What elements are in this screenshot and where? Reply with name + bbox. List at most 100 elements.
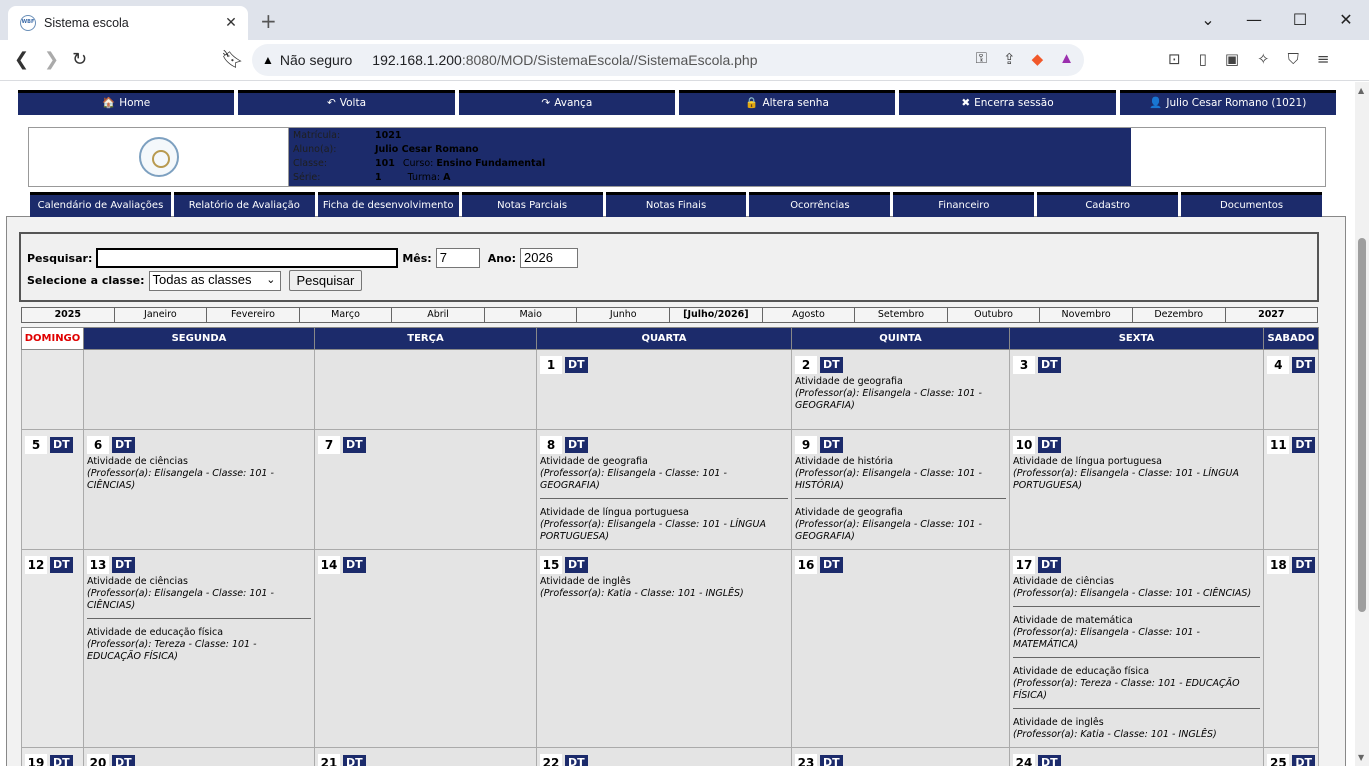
top-menu-button[interactable]: 🔒 Altera senha <box>678 90 896 115</box>
calendar-event[interactable]: Atividade de língua portuguesa (Professor… <box>1013 456 1260 496</box>
brave-shield-icon[interactable]: ◆ <box>1032 50 1044 68</box>
dt-button[interactable]: DT <box>343 755 366 766</box>
dt-button[interactable]: DT <box>1292 755 1315 766</box>
day-number[interactable]: 8 <box>540 436 562 454</box>
dt-button[interactable]: DT <box>565 755 588 766</box>
dt-button[interactable]: DT <box>50 755 73 766</box>
maximize-icon[interactable]: ☐ <box>1277 0 1323 40</box>
dt-button[interactable]: DT <box>820 437 843 453</box>
section-tab[interactable]: Financeiro <box>893 192 1035 217</box>
calendar-event[interactable]: Atividade de educação física (Professor(a… <box>1013 657 1260 706</box>
page-scrollbar[interactable]: ▲ ▼ <box>1355 82 1369 766</box>
month-link[interactable]: Agosto <box>763 308 856 322</box>
month-link[interactable]: Junho <box>577 308 671 322</box>
brave-rewards-icon[interactable]: ▲ <box>1059 50 1074 68</box>
browser-tab[interactable]: WBF Sistema escola ✕ <box>8 6 248 40</box>
section-tab[interactable]: Ficha de desenvolvimento <box>317 192 459 217</box>
day-number[interactable]: 23 <box>795 754 817 766</box>
calendar-event[interactable]: Atividade de geografia (Professor(a): Eli… <box>540 456 788 496</box>
month-link[interactable]: Setembro <box>855 308 948 322</box>
dt-button[interactable]: DT <box>50 557 73 573</box>
dt-button[interactable]: DT <box>50 437 73 453</box>
scroll-up-icon[interactable]: ▲ <box>1358 86 1364 95</box>
day-number[interactable]: 5 <box>25 436 47 454</box>
dt-button[interactable]: DT <box>1292 437 1315 453</box>
day-number[interactable]: 1 <box>540 356 562 374</box>
search-button[interactable]: Pesquisar <box>288 270 363 291</box>
url-field[interactable]: ▲ Não seguro 192.168.1.200:8080/MOD/Sist… <box>252 44 1084 76</box>
day-number[interactable]: 4 <box>1267 356 1290 374</box>
section-tab[interactable]: Cadastro <box>1037 192 1179 217</box>
dt-button[interactable]: DT <box>1038 357 1061 373</box>
month-link[interactable]: Março <box>300 308 393 322</box>
day-number[interactable]: 9 <box>795 436 817 454</box>
day-number[interactable]: 20 <box>87 754 109 766</box>
calendar-event[interactable]: Atividade de geografia (Professor(a): Eli… <box>795 376 1006 416</box>
day-number[interactable]: 6 <box>87 436 109 454</box>
dt-button[interactable]: DT <box>1038 755 1061 766</box>
dt-button[interactable]: DT <box>565 357 588 373</box>
month-link[interactable]: Novembro <box>1040 308 1133 322</box>
dt-button[interactable]: DT <box>343 437 366 453</box>
top-menu-button[interactable]: ✖ Encerra sessão <box>899 90 1116 115</box>
month-link[interactable]: Janeiro <box>115 308 208 322</box>
dt-button[interactable]: DT <box>343 557 366 573</box>
dt-button[interactable]: DT <box>820 357 843 373</box>
section-tab[interactable]: Notas Finais <box>605 192 747 217</box>
class-select[interactable]: Todas as classes ⌄ <box>148 270 281 291</box>
wallet-icon[interactable]: ▣ <box>1225 50 1239 68</box>
day-number[interactable]: 19 <box>25 754 47 766</box>
dt-button[interactable]: DT <box>112 557 135 573</box>
section-tab[interactable]: Relatório de Avaliação <box>173 192 315 217</box>
day-number[interactable]: 7 <box>318 436 340 454</box>
day-number[interactable]: 14 <box>318 556 340 574</box>
calendar-event[interactable]: Atividade de inglês (Professor(a): Katia … <box>1013 708 1260 745</box>
dt-button[interactable]: DT <box>1038 437 1061 453</box>
calendar-event[interactable]: Atividade de ciências (Professor(a): Elis… <box>87 456 311 496</box>
top-menu-button[interactable]: ↶ Volta <box>238 90 455 115</box>
month-input[interactable]: 7 <box>435 248 480 268</box>
bookmark-icon[interactable]: 🔖︎ <box>221 49 244 70</box>
calendar-event[interactable]: Atividade de inglês (Professor(a): Katia … <box>540 576 788 604</box>
dt-button[interactable]: DT <box>1038 557 1061 573</box>
day-number[interactable]: 12 <box>25 556 47 574</box>
minimize-icon[interactable]: — <box>1231 0 1277 40</box>
reload-icon[interactable]: ↻ <box>72 49 87 70</box>
leo-ai-icon[interactable]: ✧ <box>1257 50 1270 68</box>
dt-button[interactable]: DT <box>1292 557 1315 573</box>
dt-button[interactable]: DT <box>820 557 843 573</box>
top-menu-button[interactable]: ↷ Avança <box>458 90 675 115</box>
calendar-event[interactable]: Atividade de ciências (Professor(a): Elis… <box>87 576 311 616</box>
share-icon[interactable]: ⇪ <box>1003 50 1016 68</box>
calendar-event[interactable]: Atividade de geografia (Professor(a): Eli… <box>795 498 1006 547</box>
day-number[interactable]: 24 <box>1013 754 1035 766</box>
month-link[interactable]: Fevereiro <box>207 308 300 322</box>
day-number[interactable]: 13 <box>87 556 109 574</box>
day-number[interactable]: 3 <box>1013 356 1035 374</box>
day-number[interactable]: 16 <box>795 556 817 574</box>
calendar-event[interactable]: Atividade de educação física (Professor(a… <box>87 618 311 667</box>
month-link[interactable]: 2027 <box>1226 308 1318 322</box>
day-number[interactable]: 17 <box>1013 556 1035 574</box>
day-number[interactable]: 25 <box>1267 754 1290 766</box>
dt-button[interactable]: DT <box>820 755 843 766</box>
search-input[interactable] <box>96 248 399 268</box>
calendar-event[interactable]: Atividade de ciências (Professor(a): Elis… <box>1013 576 1260 604</box>
day-number[interactable]: 22 <box>540 754 562 766</box>
dt-button[interactable]: DT <box>1292 357 1315 373</box>
calendar-event[interactable]: Atividade de matemática (Professor(a): El… <box>1013 606 1260 655</box>
day-number[interactable]: 21 <box>318 754 340 766</box>
section-tab[interactable]: Calendário de Avaliações <box>30 192 171 217</box>
day-number[interactable]: 11 <box>1267 436 1290 454</box>
dt-button[interactable]: DT <box>112 437 135 453</box>
section-tab[interactable]: Documentos <box>1181 192 1323 217</box>
month-link[interactable]: 2025 <box>22 308 115 322</box>
month-link[interactable]: Maio <box>485 308 578 322</box>
top-menu-button[interactable]: 🏠 Home <box>18 90 235 115</box>
section-tab[interactable]: Notas Parciais <box>461 192 603 217</box>
day-number[interactable]: 10 <box>1013 436 1035 454</box>
month-link[interactable]: Outubro <box>948 308 1041 322</box>
day-number[interactable]: 15 <box>540 556 562 574</box>
calendar-event[interactable]: Atividade de história (Professor(a): Elis… <box>795 456 1006 496</box>
key-icon[interactable]: ⚿ <box>976 50 987 68</box>
